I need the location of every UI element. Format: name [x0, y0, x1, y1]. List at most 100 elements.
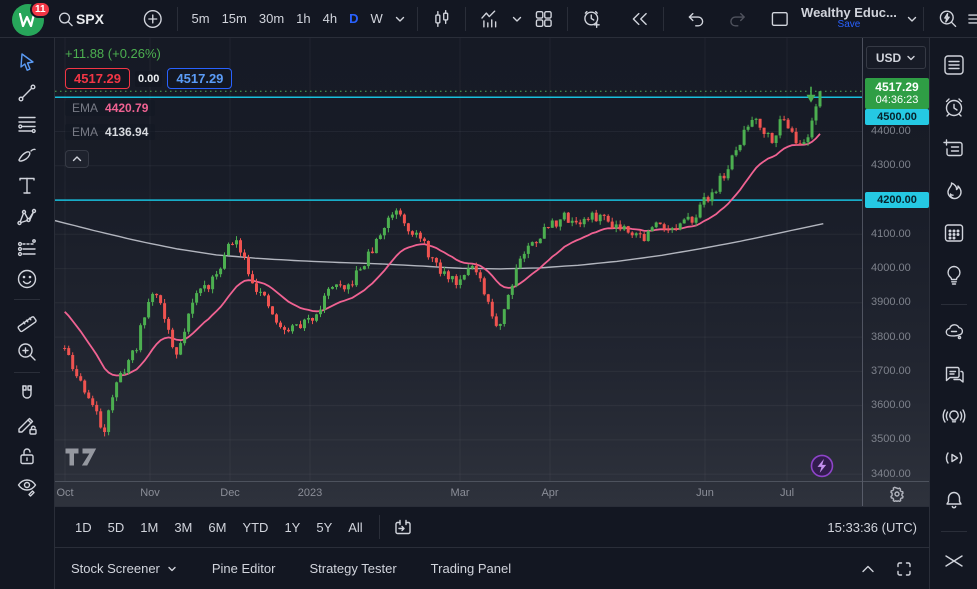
footer-icons — [859, 560, 913, 578]
interval-D[interactable]: D — [343, 11, 364, 26]
layout-menu-button[interactable] — [903, 4, 921, 34]
emoji-smiley-icon — [15, 267, 39, 291]
partial-toolbar-icon[interactable] — [965, 4, 977, 34]
cursor-tool-button[interactable] — [8, 46, 46, 77]
drawing-mode-button[interactable] — [8, 409, 46, 440]
footer-tabs: Stock Screener Pine Editor Strategy Tester… — [71, 561, 511, 576]
bulb-waves-icon — [941, 403, 967, 429]
minds-button[interactable] — [935, 315, 973, 349]
symbol-search-button[interactable]: SPX — [52, 4, 109, 34]
footer-tab-strategy-tester[interactable]: Strategy Tester — [309, 561, 396, 576]
chart-pane[interactable]: +11.88 (+0.26%) 4517.29 0.00 4517.29 EMA… — [55, 38, 862, 481]
price-tick: 3700.00 — [871, 365, 911, 377]
quick-search-button[interactable] — [932, 4, 964, 34]
hide-drawings-button[interactable] — [8, 471, 46, 502]
pattern-tool-button[interactable] — [8, 201, 46, 232]
buy-button[interactable]: 4517.29 — [167, 68, 232, 89]
compare-add-button[interactable] — [137, 4, 169, 34]
ema-legend-row[interactable]: EMA 4136.94 — [65, 124, 155, 140]
minds-cloud-icon — [941, 319, 967, 345]
ema-slow-line[interactable] — [55, 221, 823, 269]
text-icon — [15, 174, 39, 198]
alerts-button[interactable] — [935, 90, 973, 124]
clock-utc[interactable]: 15:33:36 (UTC) — [827, 520, 917, 535]
range-1D[interactable]: 1D — [67, 516, 100, 539]
replay-rewind-icon — [629, 8, 651, 30]
zoom-in-tool-button[interactable] — [8, 336, 46, 367]
notifications-button[interactable] — [935, 483, 973, 517]
interval-W[interactable]: W — [365, 11, 389, 26]
candlestick-icon — [431, 8, 453, 30]
footer-tab-trading-panel[interactable]: Trading Panel — [431, 561, 511, 576]
chat-button[interactable] — [935, 357, 973, 391]
goto-date-button[interactable] — [388, 512, 418, 542]
emoji-tool-button[interactable] — [8, 263, 46, 294]
interval-1h[interactable]: 1h — [290, 11, 316, 26]
text-tool-button[interactable] — [8, 170, 46, 201]
range-5D[interactable]: 5D — [100, 516, 133, 539]
fib-retracement-tool-button[interactable] — [8, 108, 46, 139]
partial-icon — [965, 8, 977, 30]
watchlist-button[interactable] — [935, 48, 973, 82]
chart-type-button[interactable] — [426, 4, 458, 34]
bar-replay-button[interactable] — [624, 4, 656, 34]
time-axis[interactable]: OctNovDec2023MarAprJunJul — [55, 481, 862, 506]
my-ideas-button[interactable] — [935, 258, 973, 292]
price-level-badge-4200.00[interactable]: 4200.00 — [865, 192, 929, 208]
ema-fast-line[interactable] — [65, 134, 820, 376]
layout-grid-button[interactable] — [528, 4, 560, 34]
currency-button[interactable]: USD — [866, 46, 926, 69]
range-All[interactable]: All — [340, 516, 370, 539]
range-5Y[interactable]: 5Y — [308, 516, 340, 539]
range-6M[interactable]: 6M — [200, 516, 234, 539]
magnet-mode-button[interactable] — [8, 378, 46, 409]
footer-tab-stock-screener[interactable]: Stock Screener — [71, 561, 178, 576]
lightning-badge[interactable] — [811, 455, 832, 476]
undo-button[interactable] — [680, 4, 712, 34]
panel-chevron-up-icon[interactable] — [859, 560, 877, 578]
gear-icon — [889, 486, 905, 502]
interval-4h[interactable]: 4h — [317, 11, 343, 26]
calendar-grid-icon — [941, 220, 967, 246]
save-label[interactable]: Save — [838, 20, 861, 31]
interval-menu-button[interactable] — [391, 4, 409, 34]
footer-tab-label: Pine Editor — [212, 561, 276, 576]
range-1M[interactable]: 1M — [132, 516, 166, 539]
interval-30m[interactable]: 30m — [253, 11, 290, 26]
layout-name-button[interactable]: Wealthy Educ... Save — [797, 6, 901, 30]
indicators-button[interactable] — [474, 4, 506, 34]
save-layout-button[interactable] — [764, 4, 796, 34]
interval-5m[interactable]: 5m — [186, 11, 216, 26]
create-alert-button[interactable] — [576, 4, 608, 34]
measure-tool-button[interactable] — [8, 305, 46, 336]
interval-15m[interactable]: 15m — [216, 11, 253, 26]
hotlists-button[interactable] — [935, 174, 973, 208]
forecast-tool-button[interactable] — [8, 232, 46, 263]
rail-divider — [14, 299, 40, 300]
calendar-button[interactable] — [935, 216, 973, 250]
lock-drawings-button[interactable] — [8, 440, 46, 471]
partial-bottom-button[interactable] — [935, 542, 973, 576]
ema-legend-row[interactable]: EMA 4420.79 — [65, 100, 155, 116]
sell-button[interactable]: 4517.29 — [65, 68, 130, 89]
axis-settings-corner[interactable] — [863, 481, 930, 506]
footer-tab-pine-editor[interactable]: Pine Editor — [212, 561, 276, 576]
indicator-templates-button[interactable] — [508, 4, 526, 34]
range-3M[interactable]: 3M — [166, 516, 200, 539]
range-YTD[interactable]: YTD — [234, 516, 276, 539]
price-level-badge-4500.00[interactable]: 4500.00 — [865, 109, 929, 125]
live-ideas-button[interactable] — [935, 399, 973, 433]
streams-button[interactable] — [935, 441, 973, 475]
goto-date-calendar-icon — [393, 517, 413, 537]
account-menu-button[interactable]: 11 — [6, 1, 50, 37]
indicator-value: 4136.94 — [105, 125, 148, 139]
collapse-legend-button[interactable] — [65, 150, 89, 168]
brush-tool-button[interactable] — [8, 139, 46, 170]
price-axis[interactable]: USD 4400.004300.004100.004000.003900.003… — [862, 38, 929, 506]
trend-line-tool-button[interactable] — [8, 77, 46, 108]
fullscreen-icon[interactable] — [895, 560, 913, 578]
text-notes-button[interactable] — [935, 132, 973, 166]
arrow-marker[interactable] — [806, 87, 815, 103]
range-1Y[interactable]: 1Y — [276, 516, 308, 539]
redo-button[interactable] — [722, 4, 754, 34]
